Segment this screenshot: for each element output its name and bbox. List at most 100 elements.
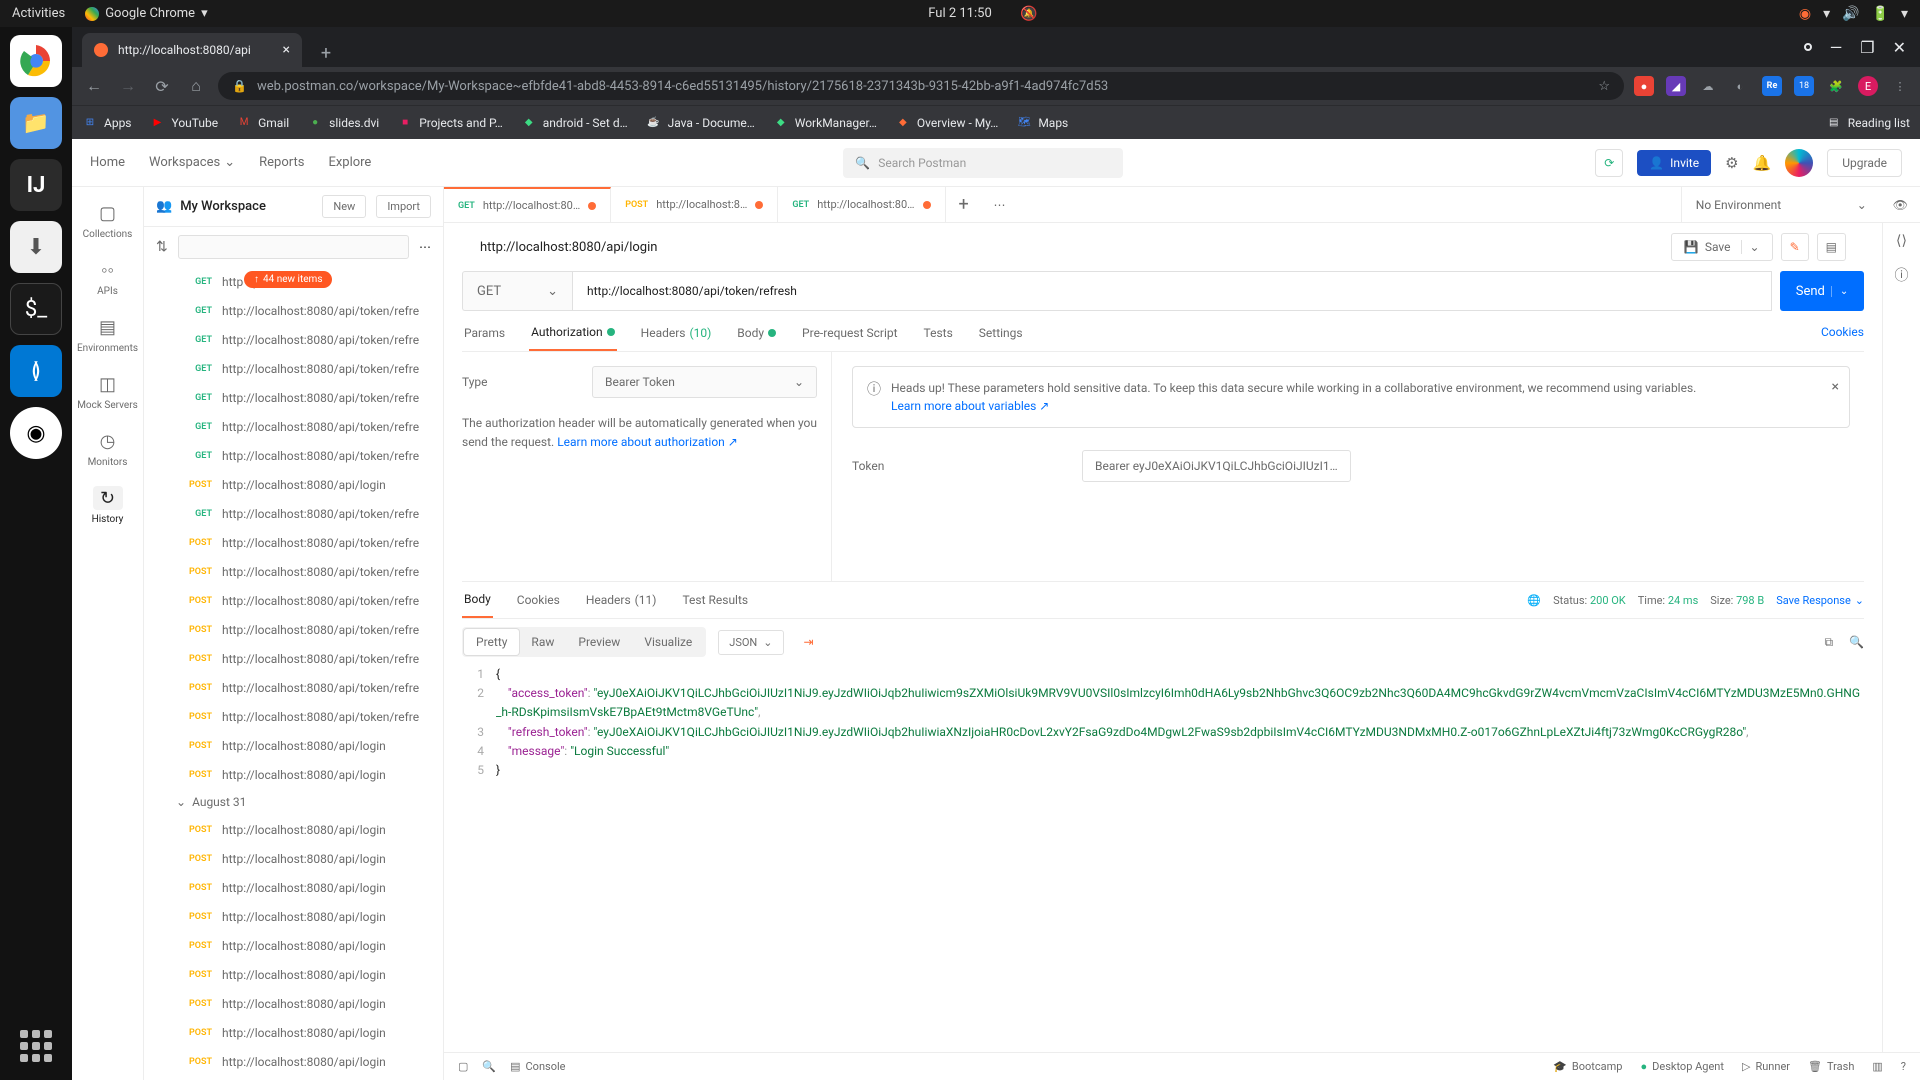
new-button[interactable]: New <box>322 195 366 218</box>
history-item[interactable]: GEThttp://localhost:8080/api/token/refre <box>144 441 443 470</box>
history-item[interactable]: POSThttp://localhost:8080/api/login <box>144 989 443 1018</box>
auth-type-selector[interactable]: Bearer Token⌄ <box>592 366 817 398</box>
nav-workspaces[interactable]: Workspaces ⌄ <box>149 155 235 170</box>
minimize-button[interactable]: — <box>1830 38 1843 57</box>
history-item[interactable]: POSThttp://localhost:8080/api/token/refr… <box>144 586 443 615</box>
wrap-lines-button[interactable]: ⇥ <box>796 630 822 654</box>
extensions-button[interactable]: 🧩 <box>1826 76 1846 96</box>
learn-variables-link[interactable]: Learn more about variables ↗ <box>891 399 1049 413</box>
filter-input[interactable] <box>178 235 409 259</box>
history-item[interactable]: GEThttp://localhost:8080/api/token/refre <box>144 412 443 441</box>
history-item[interactable]: POSThttp://localhost:8080/api/login <box>144 1047 443 1076</box>
request-tab[interactable]: GEThttp://localhost:80… <box>444 187 611 222</box>
search-response-button[interactable]: 🔍 <box>1849 635 1864 650</box>
bookmark-item[interactable]: MGmail <box>236 115 289 131</box>
resp-tab-test-results[interactable]: Test Results <box>680 583 750 617</box>
history-item[interactable]: POSThttp://localhost:8080/api/login <box>144 931 443 960</box>
tab-tests[interactable]: Tests <box>922 315 955 351</box>
history-item[interactable]: POSThttp://localhost:8080/api/login <box>144 960 443 989</box>
network-icon[interactable]: ▾ <box>1823 6 1830 22</box>
chrome-tab-active[interactable]: http://localhost:8080/api × <box>82 33 302 67</box>
dock-vscode[interactable]: ≬ <box>10 345 62 397</box>
activities-menu[interactable]: Activities <box>12 6 65 21</box>
notifications-icon[interactable]: 🔔 <box>1753 154 1772 172</box>
edit-button[interactable]: ✎ <box>1781 233 1809 261</box>
dock-show-apps[interactable] <box>14 1024 58 1068</box>
volume-icon[interactable]: 🔊 <box>1842 6 1859 22</box>
search-postman[interactable]: 🔍 Search Postman <box>843 148 1123 178</box>
history-item[interactable]: GEThttp://localhost:8080/api/token/refre <box>144 325 443 354</box>
dock-obs[interactable]: ◉ <box>10 407 62 459</box>
tab-body[interactable]: Body <box>735 315 778 351</box>
history-item[interactable]: POSThttp://localhost:8080/api/token/refr… <box>144 673 443 702</box>
bookmark-item[interactable]: ▶YouTube <box>150 115 219 131</box>
media-indicator-icon[interactable] <box>1804 43 1812 51</box>
view-preview[interactable]: Preview <box>566 629 632 655</box>
history-item[interactable]: POSThttp://localhost:8080/api/login <box>144 873 443 902</box>
ext-icon-1[interactable]: ● <box>1634 76 1654 96</box>
dock-chrome[interactable] <box>10 35 62 87</box>
footer-help[interactable]: ? <box>1901 1060 1906 1073</box>
history-item[interactable]: POSThttp://localhost:8080/api/login <box>144 760 443 789</box>
new-items-badge[interactable]: ↑ 44 new items <box>244 271 332 288</box>
resp-tab-body[interactable]: Body <box>462 582 493 618</box>
address-bar[interactable]: 🔒 web.postman.co/workspace/My-Workspace~… <box>218 72 1624 100</box>
bookmark-item[interactable]: ☕Java - Docume… <box>646 115 755 131</box>
footer-runner[interactable]: ▷ Runner <box>1742 1060 1790 1073</box>
url-input[interactable]: http://localhost:8080/api/token/refresh <box>572 271 1772 311</box>
history-item[interactable]: POSThttp://localhost:8080/api/login <box>144 815 443 844</box>
save-button[interactable]: 💾 Save ⌄ <box>1671 233 1773 261</box>
history-item[interactable]: POSThttp://localhost:8080/api/login <box>144 844 443 873</box>
save-response-button[interactable]: Save Response ⌄ <box>1776 594 1864 607</box>
profile-avatar[interactable]: E <box>1858 76 1878 96</box>
active-app[interactable]: Google Chrome ▾ <box>85 6 207 21</box>
network-icon[interactable]: 🌐 <box>1527 594 1541 607</box>
bookmark-item[interactable]: 🗺Maps <box>1016 115 1068 131</box>
settings-icon[interactable]: ⚙ <box>1725 154 1738 172</box>
ext-icon-3[interactable]: ☁ <box>1698 76 1718 96</box>
bookmark-item[interactable]: ■Projects and P… <box>397 115 503 131</box>
tab-close-button[interactable]: × <box>283 42 290 58</box>
dock-terminal[interactable]: $_ <box>10 283 62 335</box>
environment-selector[interactable]: No Environment ⌄ <box>1681 187 1881 222</box>
back-button[interactable]: ← <box>82 76 106 96</box>
history-list[interactable]: ↑ 44 new items GEThttp api/token/refreGE… <box>144 267 443 1080</box>
ext-icon-2[interactable]: ◢ <box>1666 76 1686 96</box>
bookmark-item[interactable]: ⊞Apps <box>82 115 132 131</box>
view-visualize[interactable]: Visualize <box>632 629 704 655</box>
history-item[interactable]: POSThttp://localhost:8080/api/token/refr… <box>144 644 443 673</box>
footer-sidebar-toggle[interactable]: ▢ <box>458 1060 468 1073</box>
reload-button[interactable]: ⟳ <box>150 77 174 96</box>
request-tab[interactable]: GEThttp://localhost:80… <box>778 187 945 222</box>
history-item[interactable]: GEThttp://localhost:8080/api/token/refre <box>144 499 443 528</box>
new-tab-plus[interactable]: + <box>946 187 982 222</box>
tab-pre-request[interactable]: Pre-request Script <box>800 315 899 351</box>
nav-reports[interactable]: Reports <box>259 155 304 170</box>
reading-list[interactable]: ▤ Reading list <box>1826 115 1910 131</box>
history-item[interactable]: POSThttp://localhost:8080/api/token/refr… <box>144 615 443 644</box>
invite-button[interactable]: 👤Invite <box>1637 150 1711 176</box>
maximize-button[interactable]: ❐ <box>1860 38 1874 57</box>
new-tab-button[interactable]: + <box>312 39 340 67</box>
learn-authorization-link[interactable]: Learn more about authorization ↗ <box>557 435 738 449</box>
upgrade-button[interactable]: Upgrade <box>1827 149 1902 177</box>
sidebar-item-apis[interactable]: ◦◦APIs <box>93 258 123 297</box>
env-quicklook[interactable]: 👁 <box>1881 187 1920 222</box>
history-item[interactable]: POSThttp://localhost:8080/api/login <box>144 470 443 499</box>
tab-headers[interactable]: Headers (10) <box>639 315 714 351</box>
nav-home[interactable]: Home <box>90 155 125 170</box>
notifications-muted-icon[interactable]: 🔕 <box>1020 6 1037 22</box>
footer-two-pane[interactable]: ▥ <box>1872 1060 1882 1073</box>
ext-badge[interactable]: 18 <box>1794 76 1814 96</box>
method-selector[interactable]: GET⌄ <box>462 271 572 311</box>
history-item[interactable]: GEThttp://localhost:8080/api/token/refre <box>144 383 443 412</box>
footer-trash[interactable]: 🗑 Trash <box>1808 1060 1854 1073</box>
history-item[interactable]: POSThttp://localhost:8080/api/login <box>144 902 443 931</box>
home-button[interactable]: ⌂ <box>184 76 208 96</box>
history-item[interactable]: POSThttp://localhost:8080/api/login <box>144 731 443 760</box>
bookmark-item[interactable]: ●slides.dvi <box>307 115 379 131</box>
sidebar-item-collections[interactable]: ▢Collections <box>83 201 133 240</box>
dock-software[interactable]: ⬇ <box>10 221 62 273</box>
tab-overflow[interactable]: ⋯ <box>982 187 1018 222</box>
star-button[interactable]: ☆ <box>1598 79 1610 94</box>
